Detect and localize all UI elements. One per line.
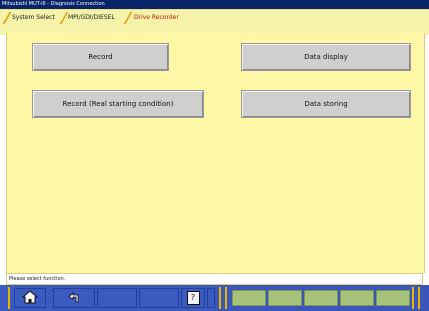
function-button[interactable] (340, 290, 374, 306)
back-arrow-icon (65, 289, 83, 308)
breadcrumb-separator (123, 12, 133, 24)
function-button[interactable] (268, 290, 302, 306)
function-button[interactable] (304, 290, 338, 306)
back-button[interactable] (53, 288, 95, 308)
breadcrumb-item-system-select[interactable]: System Select (12, 13, 55, 23)
data-display-button[interactable]: Data display (241, 43, 411, 71)
breadcrumb-item-drive-recorder[interactable]: Drive Recorder (134, 13, 179, 23)
breadcrumb-separator (2, 12, 12, 24)
toolbar-separator (8, 287, 10, 309)
record-button[interactable]: Record (32, 43, 169, 71)
toolbar-separator (219, 287, 221, 309)
help-button[interactable]: ? (181, 288, 205, 308)
toolbar-separator (225, 287, 227, 309)
home-button[interactable] (14, 288, 46, 308)
main-panel: Record Data display Record (Real startin… (6, 33, 425, 273)
status-text: Please select function. (9, 276, 66, 282)
window-title: Mitsubishi MUT-III - Diagnosis Connectio… (2, 1, 105, 7)
data-storing-button[interactable]: Data storing (241, 90, 411, 118)
toolbar-blank-button[interactable] (139, 288, 179, 308)
toolbar-separator (412, 287, 414, 309)
help-icon: ? (186, 291, 200, 305)
function-button[interactable] (376, 290, 410, 306)
window-titlebar: Mitsubishi MUT-III - Diagnosis Connectio… (0, 0, 429, 9)
breadcrumb-item-mpi[interactable]: MPI/GDI/DIESEL (68, 13, 115, 23)
toolbar-blank-button[interactable] (207, 288, 215, 308)
toolbar-blank-button[interactable] (97, 288, 137, 308)
record-real-starting-condition-button[interactable]: Record (Real starting condition) (32, 90, 204, 118)
toolbar-separator (418, 287, 420, 309)
home-icon (21, 289, 39, 308)
bottom-toolbar: ? (0, 285, 429, 311)
function-button[interactable] (232, 290, 266, 306)
breadcrumb: System Select MPI/GDI/DIESEL Drive Recor… (0, 9, 429, 35)
status-bar: Please select function. (6, 273, 423, 285)
